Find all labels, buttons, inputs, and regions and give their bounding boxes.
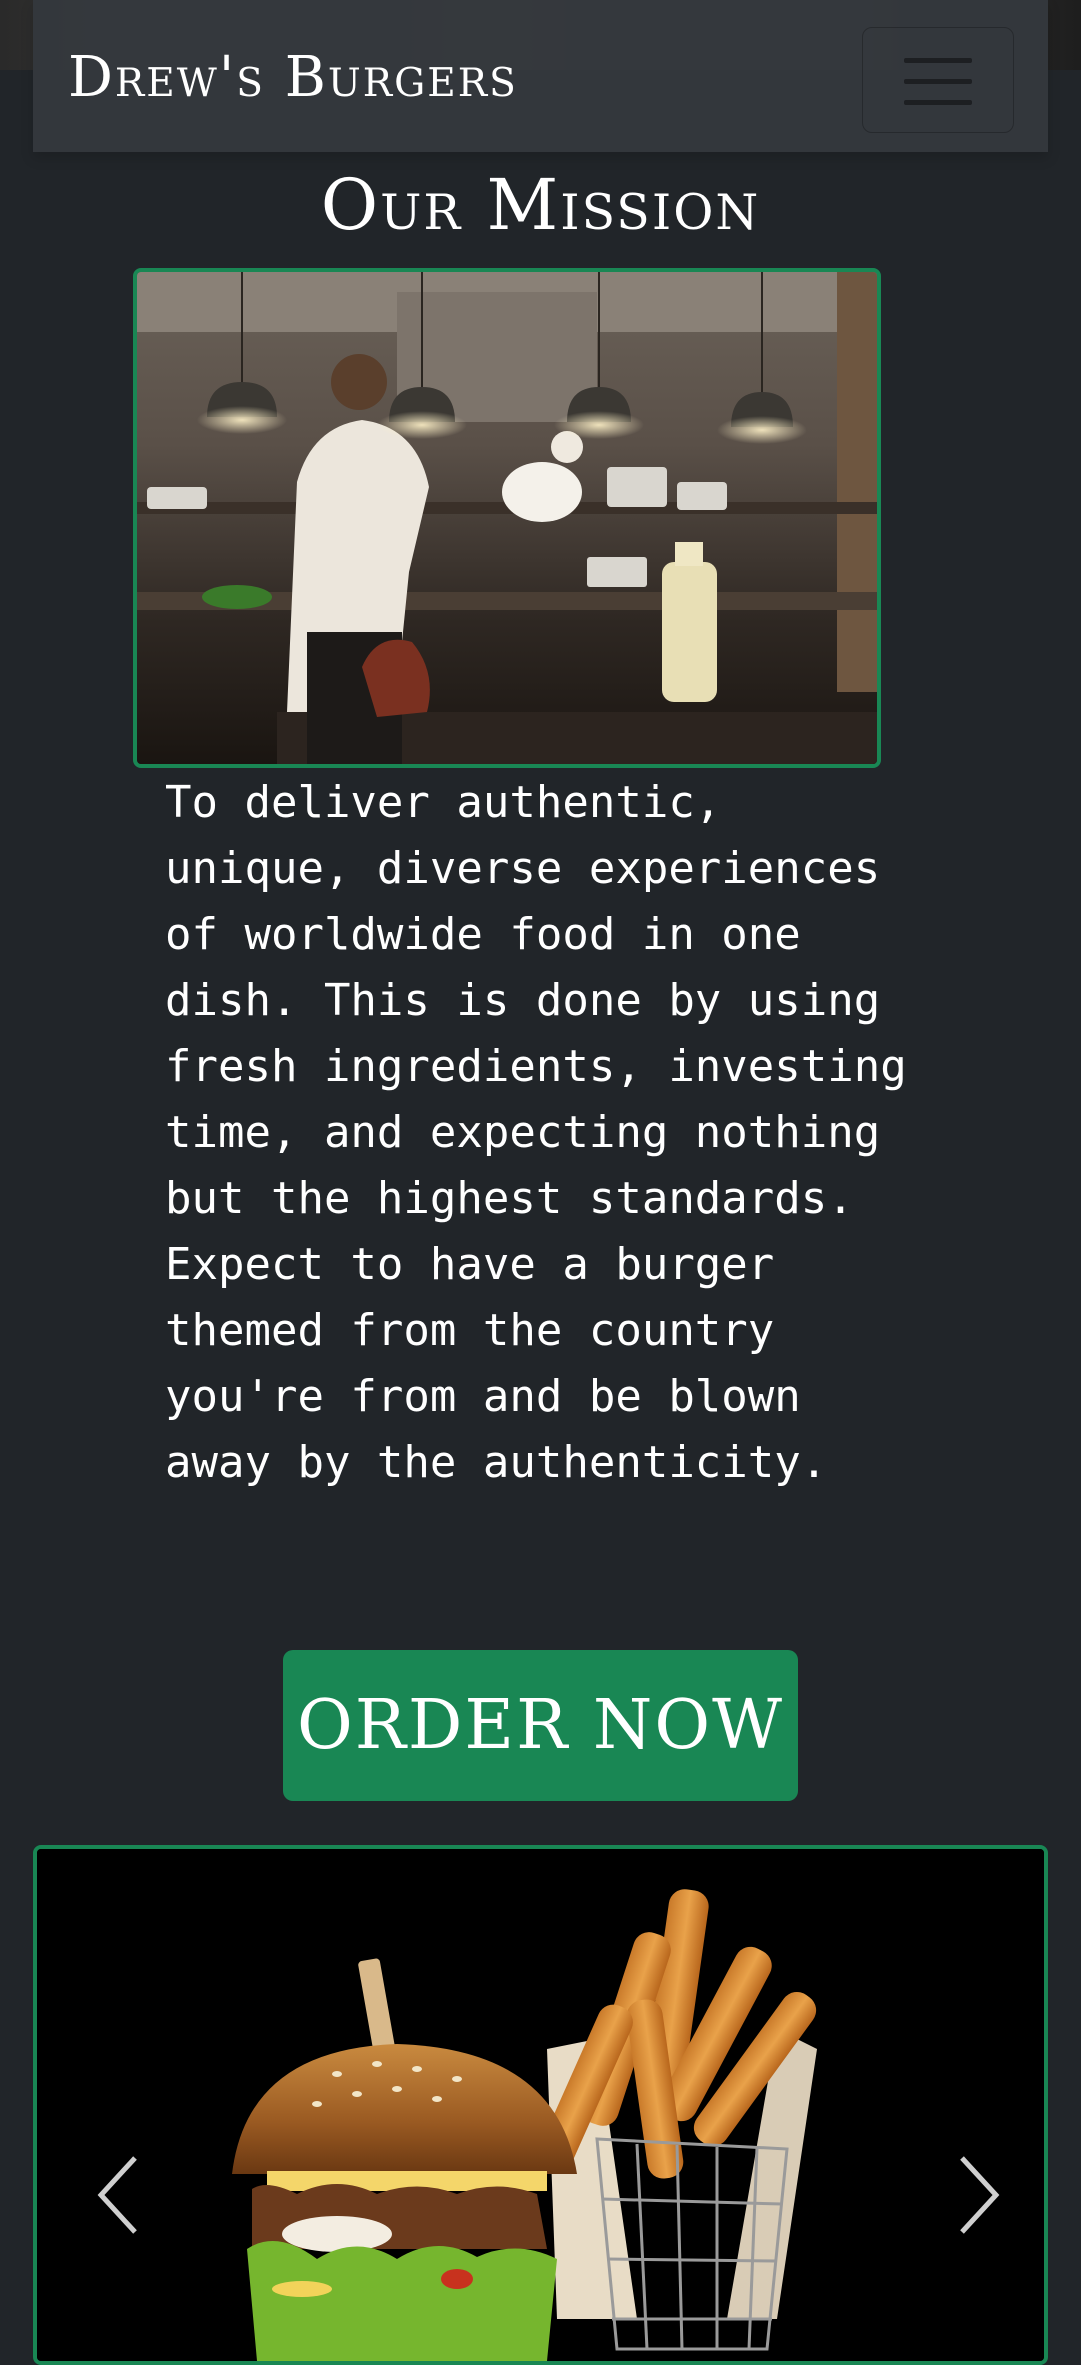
navbar: Drew's Burgers xyxy=(33,0,1048,152)
chevron-left-icon xyxy=(97,2156,137,2234)
hamburger-menu-icon-bar xyxy=(904,79,972,84)
chevron-right-icon xyxy=(960,2156,1000,2234)
menu-toggle-button[interactable] xyxy=(862,27,1014,133)
kitchen-illustration xyxy=(137,272,877,764)
brand-logo-text[interactable]: Drew's Burgers xyxy=(68,42,518,114)
mission-heading: Our Mission xyxy=(320,164,761,246)
mission-statement: To deliver authentic, unique, diverse ex… xyxy=(165,777,907,1488)
kitchen-photo xyxy=(133,268,881,768)
burger-fries-photo xyxy=(37,1849,1044,2361)
carousel-prev-button[interactable] xyxy=(77,2129,157,2249)
hamburger-menu-icon-bar xyxy=(904,100,972,105)
carousel-next-button[interactable] xyxy=(928,2129,1008,2249)
food-carousel xyxy=(33,1845,1048,2365)
order-now-button[interactable]: ORDER NOW xyxy=(283,1650,798,1801)
hamburger-menu-icon xyxy=(904,58,972,63)
